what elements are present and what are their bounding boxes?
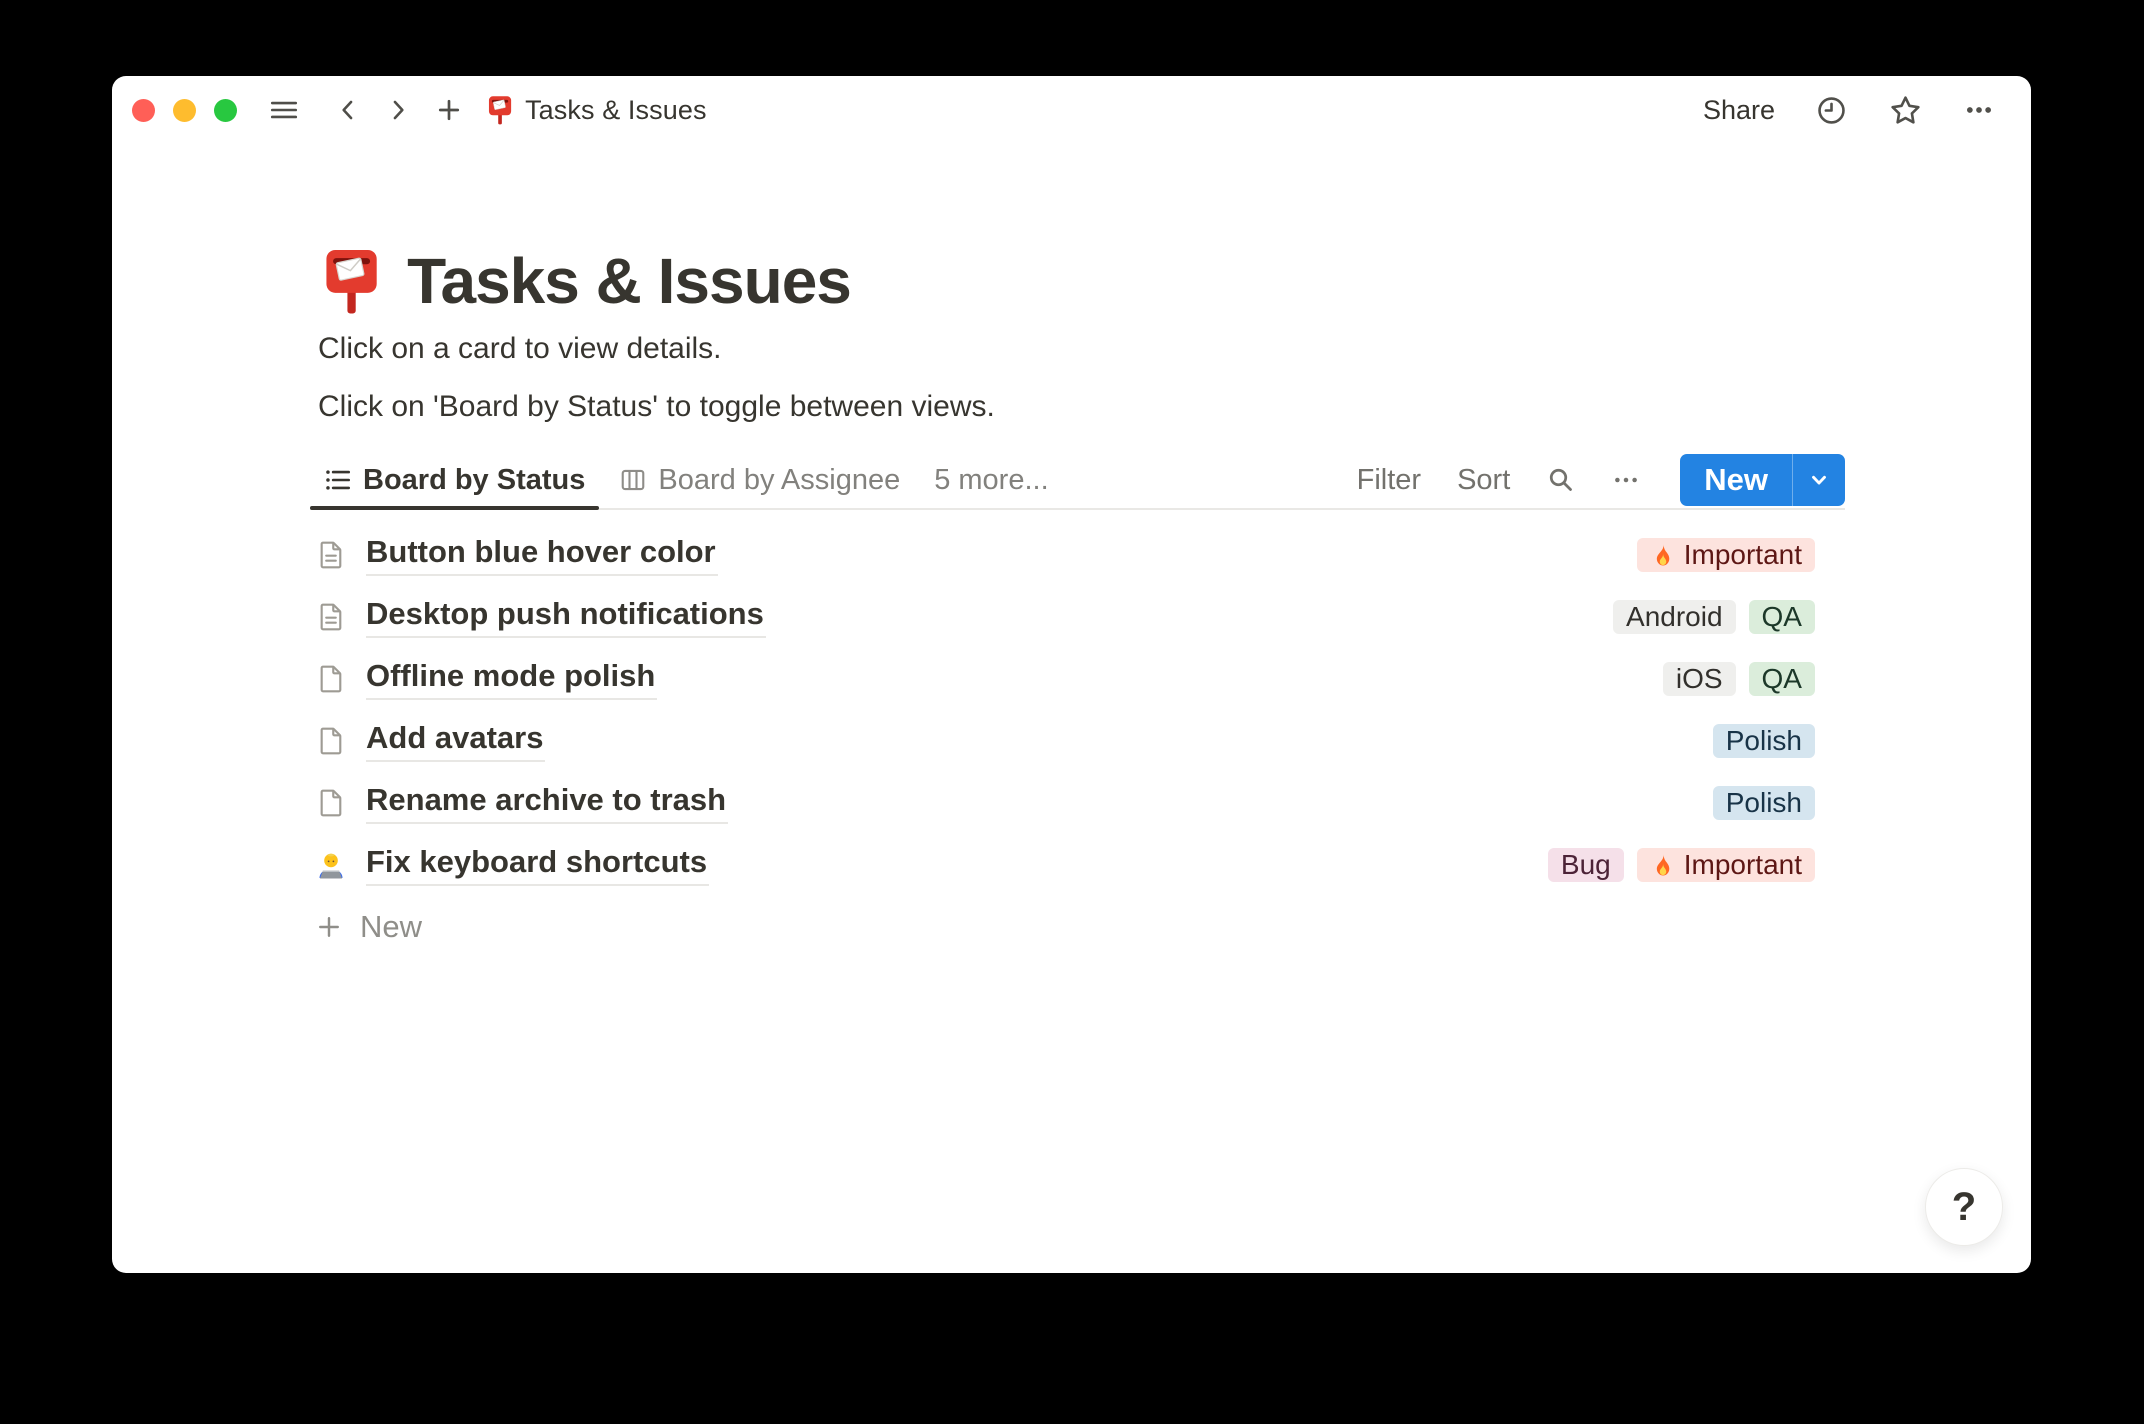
tab-label: 5 more... bbox=[934, 463, 1049, 496]
mailbox-page-emoji[interactable] bbox=[322, 247, 381, 315]
fire-icon bbox=[1650, 852, 1676, 878]
task-title: Add avatars bbox=[366, 720, 546, 762]
task-tags: Important bbox=[1636, 538, 1815, 572]
task-tags: Polish bbox=[1712, 724, 1815, 758]
task-title: Rename archive to trash bbox=[366, 782, 729, 824]
task-tags: iOS QA bbox=[1662, 662, 1815, 696]
new-row-label: New bbox=[360, 909, 423, 944]
task-title: Desktop push notifications bbox=[366, 596, 766, 638]
filter-button[interactable]: Filter bbox=[1357, 464, 1421, 497]
fire-icon bbox=[1650, 542, 1676, 568]
tab-board-by-assignee[interactable]: Board by Assignee bbox=[605, 452, 914, 508]
tag-important: Important bbox=[1636, 848, 1815, 882]
star-icon[interactable] bbox=[1888, 93, 1923, 128]
minimize-window-button[interactable] bbox=[173, 98, 196, 122]
back-icon[interactable] bbox=[335, 97, 361, 123]
view-toolbar: Board by Status Board by Assignee 5 more..… bbox=[310, 452, 1845, 510]
app-window: Tasks & Issues Share Tasks & Issues Clic… bbox=[112, 76, 2031, 1273]
tag-label: Important bbox=[1683, 849, 1802, 880]
titlebar-actions: Share bbox=[1703, 93, 1995, 128]
tag-polish: Polish bbox=[1712, 786, 1815, 820]
chevron-down-icon[interactable] bbox=[1792, 454, 1845, 506]
tag-important: Important bbox=[1636, 538, 1815, 572]
tag-android: Android bbox=[1613, 600, 1736, 634]
page-blank-icon bbox=[315, 663, 347, 695]
task-row[interactable]: Rename archive to trash Polish bbox=[310, 772, 1845, 834]
help-button[interactable]: ? bbox=[1925, 1168, 2003, 1246]
board-view-icon bbox=[619, 466, 647, 494]
list-view-icon bbox=[324, 466, 352, 494]
tag-qa: QA bbox=[1748, 662, 1815, 696]
tag-label: Android bbox=[1626, 601, 1723, 632]
task-tags: Android QA bbox=[1613, 600, 1815, 634]
search-icon[interactable] bbox=[1546, 465, 1576, 495]
mailbox-icon bbox=[487, 95, 513, 125]
task-row[interactable]: Desktop push notifications Android QA bbox=[310, 586, 1845, 648]
plus-icon bbox=[315, 913, 343, 941]
tab-label: Board by Status bbox=[363, 463, 586, 496]
task-list: Button blue hover color Important Desktop … bbox=[310, 524, 1845, 896]
sidebar-menu-icon[interactable] bbox=[269, 95, 299, 125]
breadcrumb[interactable]: Tasks & Issues bbox=[487, 95, 707, 126]
page-description-line2: Click on 'Board by Status' to toggle bet… bbox=[318, 390, 995, 423]
new-tab-icon[interactable] bbox=[435, 96, 463, 124]
task-row[interactable]: Button blue hover color Important bbox=[310, 524, 1845, 586]
page-blank-icon bbox=[315, 787, 347, 819]
view-options-icon[interactable] bbox=[1612, 466, 1640, 494]
tag-label: Polish bbox=[1725, 787, 1802, 818]
tab-label: Board by Assignee bbox=[658, 463, 901, 496]
tag-label: iOS bbox=[1675, 663, 1723, 694]
task-row[interactable]: Offline mode polish iOS QA bbox=[310, 648, 1845, 710]
traffic-lights bbox=[132, 98, 237, 122]
page-text-icon bbox=[315, 539, 347, 571]
clock-icon[interactable] bbox=[1815, 94, 1848, 127]
page-title-row: Tasks & Issues bbox=[310, 244, 1845, 318]
tag-label: QA bbox=[1761, 663, 1802, 694]
sort-button[interactable]: Sort bbox=[1457, 464, 1510, 497]
page-title[interactable]: Tasks & Issues bbox=[407, 244, 852, 318]
help-label: ? bbox=[1951, 1184, 1977, 1229]
new-button-label: New bbox=[1704, 462, 1768, 497]
tag-bug: Bug bbox=[1547, 848, 1624, 882]
zoom-window-button[interactable] bbox=[214, 98, 237, 122]
close-window-button[interactable] bbox=[132, 98, 155, 122]
task-row[interactable]: Add avatars Polish bbox=[310, 710, 1845, 772]
page-blank-icon bbox=[315, 725, 347, 757]
tag-label: Important bbox=[1683, 539, 1802, 570]
tab-5-more[interactable]: 5 more... bbox=[920, 452, 1062, 508]
task-tags: Polish bbox=[1712, 786, 1815, 820]
view-controls: Filter Sort New bbox=[1357, 454, 1845, 506]
page-text-icon bbox=[315, 601, 347, 633]
new-button[interactable]: New bbox=[1680, 454, 1845, 506]
tag-polish: Polish bbox=[1712, 724, 1815, 758]
task-title: Fix keyboard shortcuts bbox=[366, 844, 710, 886]
page-body: Tasks & Issues Click on a card to view d… bbox=[112, 244, 2031, 958]
share-button[interactable]: Share bbox=[1703, 95, 1775, 126]
task-tags: Bug Important bbox=[1547, 848, 1815, 882]
task-row[interactable]: Fix keyboard shortcuts Bug Important bbox=[310, 834, 1845, 896]
breadcrumb-label: Tasks & Issues bbox=[525, 94, 707, 125]
task-title: Button blue hover color bbox=[366, 534, 718, 576]
task-title: Offline mode polish bbox=[366, 658, 658, 700]
forward-icon[interactable] bbox=[385, 97, 411, 123]
technologist-icon bbox=[315, 849, 347, 881]
tag-ios: iOS bbox=[1662, 662, 1736, 696]
tab-board-by-status[interactable]: Board by Status bbox=[310, 452, 600, 510]
tag-label: Bug bbox=[1560, 849, 1611, 880]
tag-qa: QA bbox=[1748, 600, 1815, 634]
more-icon[interactable] bbox=[1963, 94, 1995, 126]
new-row-button[interactable]: New bbox=[310, 896, 1845, 958]
view-tabs: Board by Status Board by Assignee 5 more..… bbox=[310, 452, 1069, 510]
window-titlebar: Tasks & Issues Share bbox=[112, 76, 2031, 144]
page-description-line1: Click on a card to view details. bbox=[318, 332, 722, 365]
tag-label: QA bbox=[1761, 601, 1802, 632]
tag-label: Polish bbox=[1725, 725, 1802, 756]
